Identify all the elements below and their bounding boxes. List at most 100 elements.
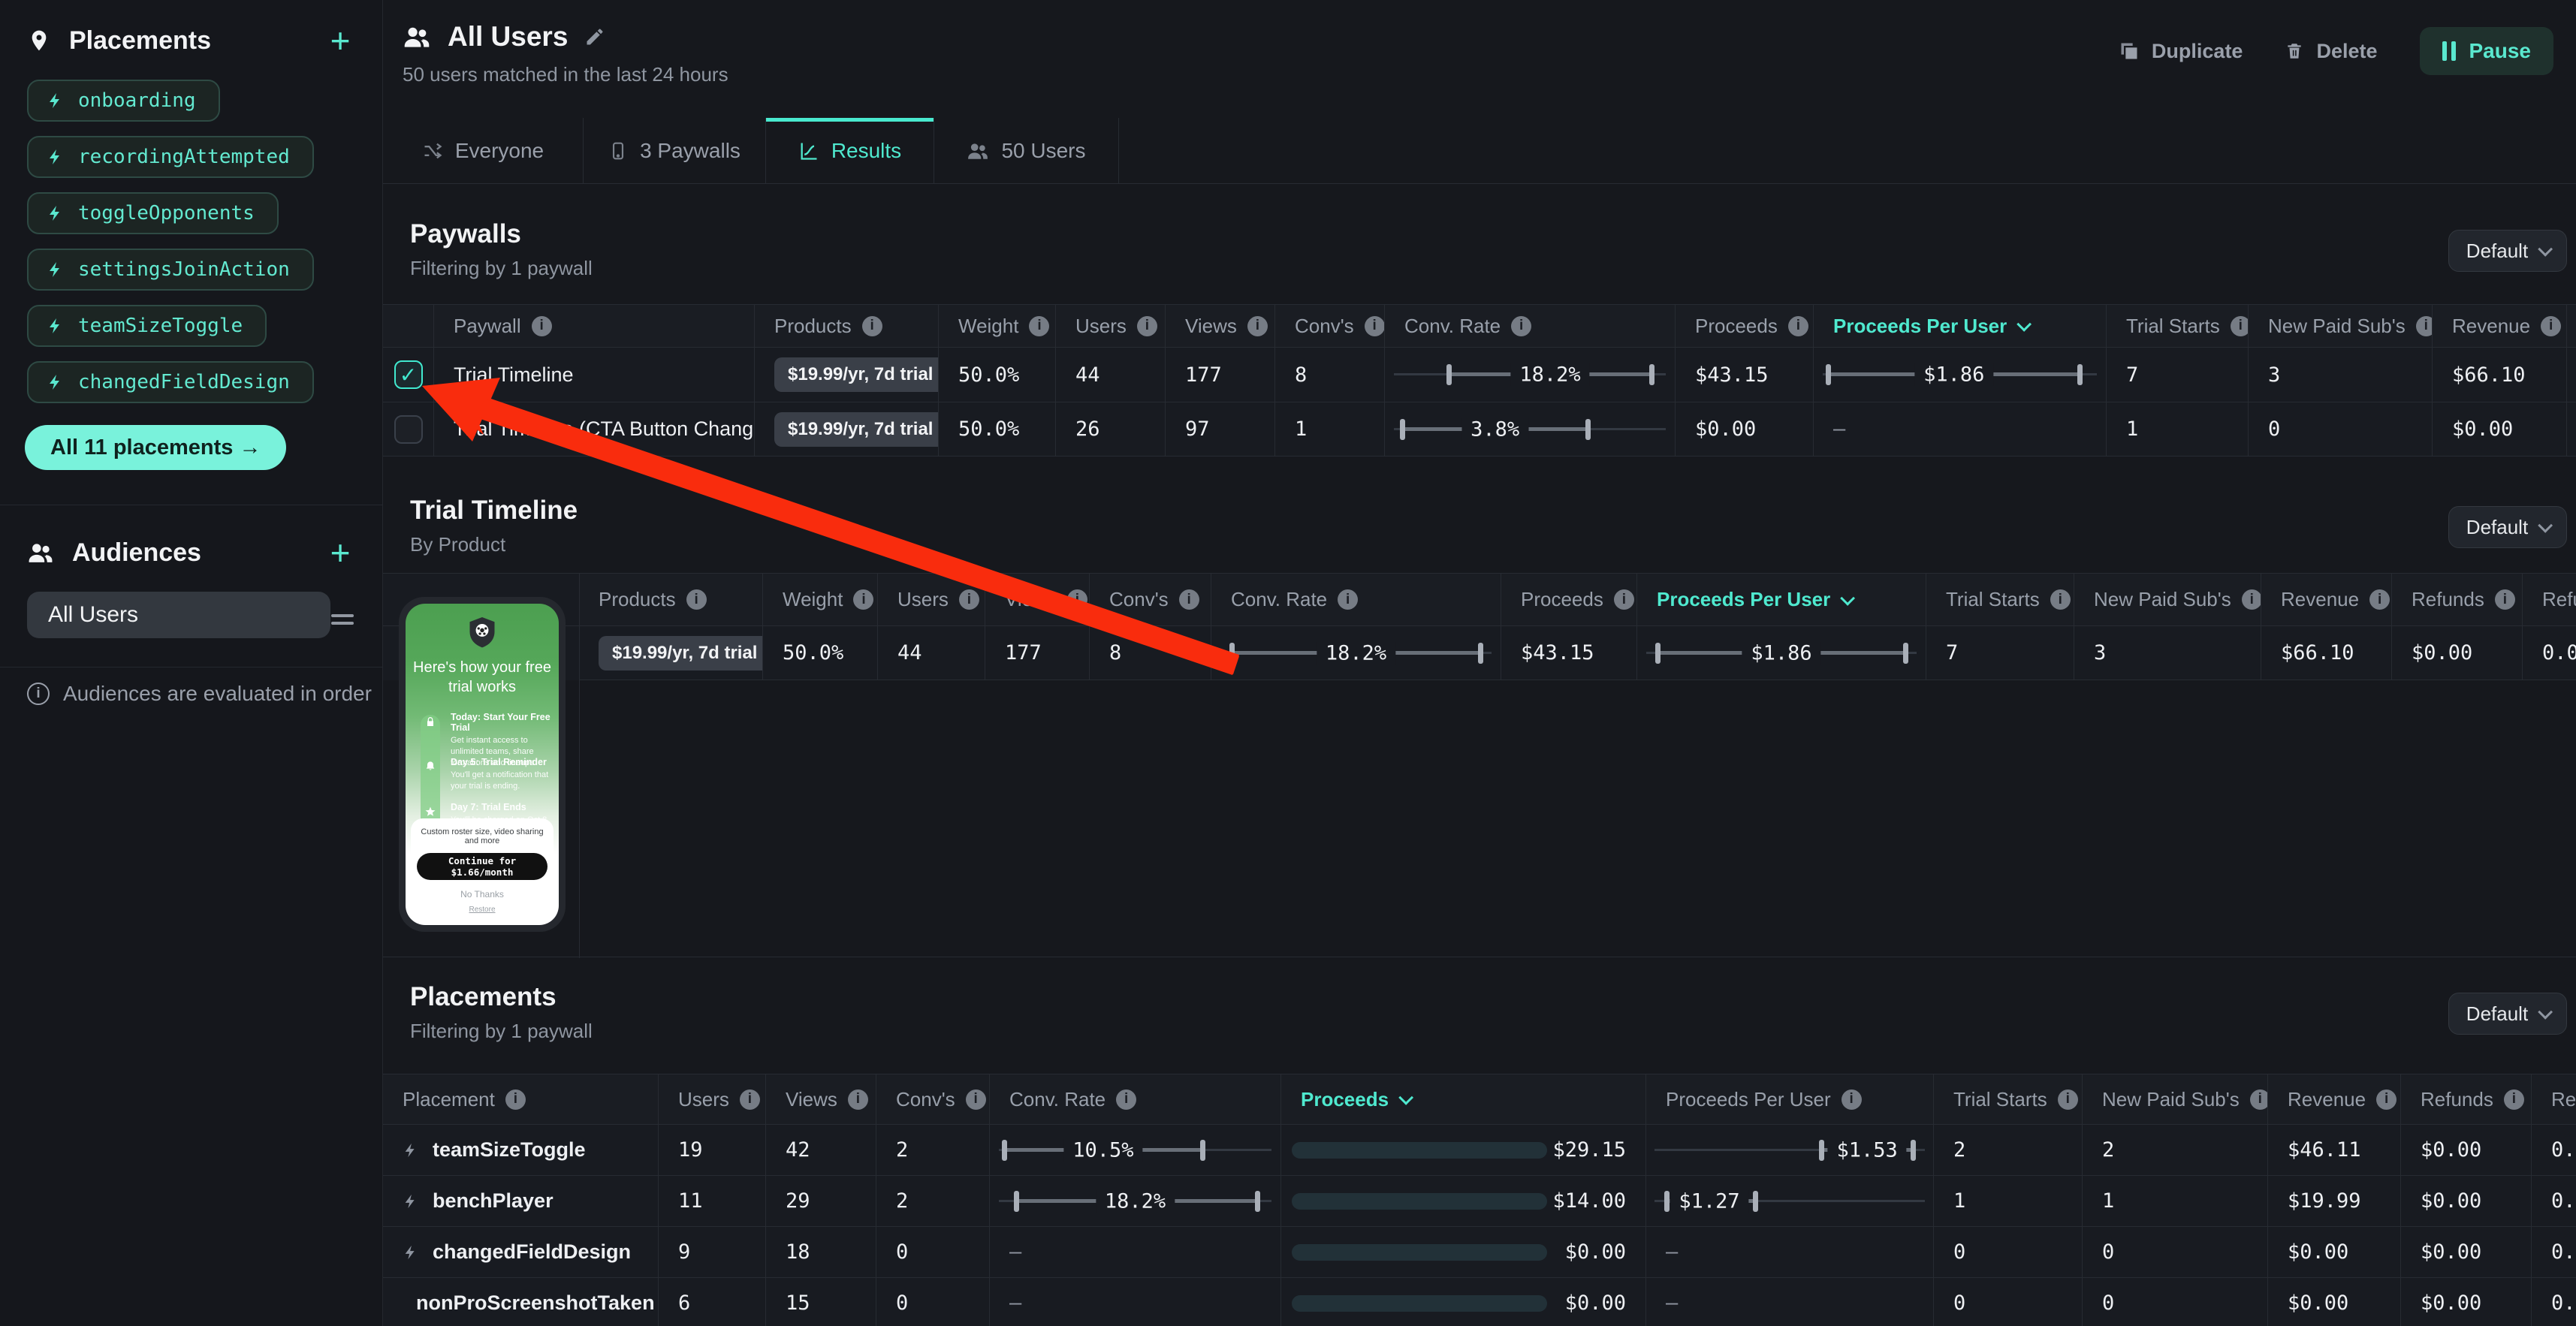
convs-cell: 2 [876,1176,990,1227]
paywalls-section-subtitle: Filtering by 1 paywall [410,257,593,280]
refunds-cell: $0.00 [2401,1278,2532,1326]
delete-button[interactable]: Delete [2285,40,2377,63]
placement-item-changedfielddesign[interactable]: changedFieldDesign [27,361,314,403]
info-icon [2250,1089,2268,1110]
col-refunds: Refunds [2392,574,2523,626]
col-proceeds: Proceeds [1676,305,1814,348]
all-placements-button[interactable]: All 11 placements → [25,425,286,470]
info-icon [2058,1089,2078,1110]
weight-cell: 50.0% [763,626,878,680]
tab-results[interactable]: Results [766,118,934,183]
trial-starts-cell: 7 [2107,348,2249,402]
placement-item-label: onboarding [78,89,196,112]
paywall-preview[interactable]: Here's how your free trial works Today: … [399,597,566,932]
chevron-down-icon [2538,518,2553,533]
new-paid-subs-cell: 3 [2074,626,2261,680]
col-new-paid-subs: New Paid Sub's [2249,305,2433,348]
weight-cell: 50.0% [939,348,1056,402]
tab-users[interactable]: 50 Users [934,118,1119,183]
row-checkbox-checked[interactable] [394,360,423,389]
placement-item-toggleopponents[interactable]: toggleOpponents [27,192,279,234]
row-checkbox-unchecked[interactable] [394,415,423,444]
placement-item-settingsjoinaction[interactable]: settingsJoinAction [27,249,314,291]
drag-handle-icon[interactable] [331,610,354,629]
placement-item-recordingattempted[interactable]: recordingAttempted [27,136,314,178]
copy-icon [2119,41,2140,62]
trial-view-select[interactable]: Default [2448,506,2567,548]
col-refund-rate-cut: Refu [2523,574,2576,626]
paywall-cta-button: Continue for $1.66/month [417,853,547,880]
col-proceeds-per-user-sorted[interactable]: Proceeds Per User [1637,574,1926,626]
trial-section-title: Trial Timeline [410,496,578,526]
tab-paywalls[interactable]: 3 Paywalls [584,118,766,183]
refunds-cell: $0.00 [2401,1176,2532,1227]
info-icon [1137,316,1157,336]
col-convs: Conv's [876,1074,990,1125]
product-badge: $19.99/yr, 7d trial [774,412,939,447]
chevron-down-icon [2538,242,2553,257]
proceeds-bar [1292,1193,1547,1210]
bolt-icon [47,148,65,166]
col-proceeds-per-user-sorted[interactable]: Proceeds Per User [1814,305,2107,348]
placement-row-name[interactable]: benchPlayer [383,1176,659,1227]
convs-cell: 8 [1275,348,1385,402]
paywall-footnote: Custom roster size, video sharing and mo… [417,827,547,845]
conv-rate-cell: – [990,1227,1281,1278]
bolt-icon [403,1142,419,1159]
view-select-label: Default [2466,1002,2528,1026]
views-cell: 18 [766,1227,876,1278]
placement-row-name[interactable]: nonProScreenshotTaken [383,1278,659,1326]
placement-row-name[interactable]: changedFieldDesign [383,1227,659,1278]
star-icon [422,803,439,820]
col-revenue: Revenue [2433,305,2567,348]
proceeds-per-user-range: $1.86 [1637,626,1926,680]
bolt-icon [47,373,65,391]
bolt-icon [403,1244,419,1261]
paywall-name[interactable]: Trial Timeline (CTA Button Change) [434,402,755,457]
proceeds-per-user-cell: $1.86 [1637,626,1926,680]
info-icon [1614,589,1634,610]
paywall-title: Here's how your free trial works [406,658,559,697]
tab-bar: Everyone 3 Paywalls Results 50 Users [383,118,2576,184]
col-new-paid-subs: New Paid Sub's [2074,574,2261,626]
views-cell: 42 [766,1125,876,1176]
conv-rate-cell: 18.2% [1211,626,1501,680]
placements-view-select[interactable]: Default [2448,993,2567,1035]
col-trial-starts: Trial Starts [1934,1074,2083,1125]
tab-everyone[interactable]: Everyone [383,118,584,183]
col-conv-rate: Conv. Rate [990,1074,1281,1125]
soccer-shield-icon [466,616,499,652]
views-cell: 177 [1166,348,1275,402]
placements-section-title: Placements [410,982,557,1012]
col-select [383,305,434,348]
row-checkbox-cell [383,402,434,457]
refund-rate-cut-cell: 0.0% [2532,1227,2576,1278]
col-products: Products [755,305,939,348]
edit-pencil-icon[interactable] [584,26,605,47]
refund-rate-cut-cell: 0.0% [2532,1176,2576,1227]
paywalls-view-select[interactable]: Default [2448,230,2567,272]
info-icon [966,1089,986,1110]
placement-item-onboarding[interactable]: onboarding [27,80,220,122]
duplicate-button[interactable]: Duplicate [2119,40,2243,63]
audiences-note: Audiences are evaluated in order [27,682,372,706]
map-pin-icon [27,29,51,53]
bolt-icon [47,92,65,110]
col-users: Users [659,1074,766,1125]
paywall-name[interactable]: Trial Timeline [434,348,755,402]
placements-title: Placements [69,26,211,56]
info-icon [959,589,979,610]
proceeds-per-user-cell: – [1646,1227,1934,1278]
placement-row-name[interactable]: teamSizeToggle [383,1125,659,1176]
info-icon [686,589,707,610]
placement-item-teamsizetoggle[interactable]: teamSizeToggle [27,305,267,347]
col-convs: Conv's [1275,305,1385,348]
add-audience-button[interactable] [324,536,357,569]
audience-item-all-users[interactable]: All Users [27,592,330,638]
trash-icon [2285,41,2304,62]
views-cell: 177 [985,626,1090,680]
info-icon [2242,589,2261,610]
col-proceeds-sorted[interactable]: Proceeds [1281,1074,1646,1125]
add-placement-button[interactable] [324,24,357,57]
pause-button[interactable]: Pause [2420,27,2554,75]
